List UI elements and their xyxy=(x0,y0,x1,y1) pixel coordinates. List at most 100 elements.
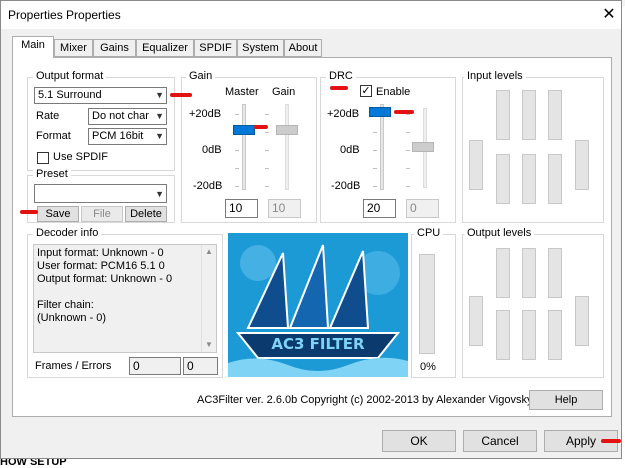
gain-scale-mid: 0dB xyxy=(202,144,222,156)
help-button[interactable]: Help xyxy=(529,390,603,410)
tab-mixer[interactable]: Mixer xyxy=(54,39,93,57)
tick-mark xyxy=(235,114,239,115)
cancel-button[interactable]: Cancel xyxy=(463,430,537,452)
master-label: Master xyxy=(225,86,259,98)
output-level-meter xyxy=(469,296,483,346)
ok-button[interactable]: OK xyxy=(382,430,456,452)
preset-label: Preset xyxy=(33,168,71,180)
drc-slider2-thumb[interactable] xyxy=(412,142,434,152)
cpu-meter xyxy=(419,254,435,354)
annotation-marker xyxy=(601,439,621,443)
output-level-meter xyxy=(548,310,562,360)
tick-mark xyxy=(265,186,269,187)
tab-system[interactable]: System xyxy=(237,39,284,57)
window-title: Properties Properties xyxy=(8,8,121,22)
input-levels-label: Input levels xyxy=(464,70,526,82)
file-button[interactable]: File xyxy=(81,206,123,222)
format-value: PCM 16bit xyxy=(92,130,144,142)
drc-value2-input[interactable]: 0 xyxy=(406,199,439,218)
drc-scale-mid: 0dB xyxy=(340,144,360,156)
rate-label: Rate xyxy=(36,110,60,122)
tick-mark xyxy=(373,132,377,133)
scroll-down-icon[interactable]: ▼ xyxy=(202,338,216,352)
frames-value: 0 xyxy=(129,357,181,375)
properties-window: Properties Properties ✕ Main Mixer Gains… xyxy=(0,0,622,459)
tick-mark xyxy=(235,168,239,169)
annotation-marker xyxy=(20,210,38,214)
close-icon[interactable]: ✕ xyxy=(597,3,621,27)
tick-mark xyxy=(235,150,239,151)
delete-button[interactable]: Delete xyxy=(125,206,167,222)
input-level-meter xyxy=(496,90,510,140)
rate-select[interactable]: Do not char ▼ xyxy=(88,108,167,125)
tab-equalizer[interactable]: Equalizer xyxy=(136,39,194,57)
drc-slider-thumb[interactable] xyxy=(369,107,391,117)
drc-value-input[interactable]: 20 xyxy=(363,199,396,218)
input-level-meter xyxy=(522,154,536,204)
gain-scale-top: +20dB xyxy=(189,108,222,120)
tick-mark xyxy=(406,132,410,133)
rate-value: Do not char xyxy=(92,110,149,122)
annotation-marker xyxy=(330,86,348,90)
tick-mark xyxy=(265,132,269,133)
tick-mark xyxy=(406,150,410,151)
output-format-select[interactable]: 5.1 Surround ▼ xyxy=(34,87,167,104)
tick-mark xyxy=(406,114,410,115)
errors-value: 0 xyxy=(183,357,218,375)
main-panel: Output format 5.1 Surround ▼ Rate Do not… xyxy=(12,57,612,417)
output-level-meter xyxy=(575,296,589,346)
tick-mark xyxy=(373,186,377,187)
input-level-meter xyxy=(548,90,562,140)
master-slider-thumb[interactable] xyxy=(233,125,255,135)
master-value-input[interactable]: 10 xyxy=(225,199,258,218)
enable-label: Enable xyxy=(376,86,411,98)
cpu-value: 0% xyxy=(420,361,436,373)
output-format-value: 5.1 Surround xyxy=(38,89,102,101)
format-label: Format xyxy=(36,130,71,142)
tick-mark xyxy=(373,150,377,151)
output-format-label: Output format xyxy=(33,70,107,82)
tick-mark xyxy=(265,168,269,169)
input-level-meter xyxy=(548,154,562,204)
master-slider-track[interactable] xyxy=(242,104,246,190)
save-button[interactable]: Save xyxy=(37,206,79,222)
gain-slider-thumb[interactable] xyxy=(276,125,298,135)
gain-group-label: Gain xyxy=(186,70,216,82)
cpu-label: CPU xyxy=(414,227,444,239)
chevron-down-icon: ▼ xyxy=(155,189,164,199)
tab-spdif[interactable]: SPDIF xyxy=(194,39,237,57)
chevron-down-icon: ▼ xyxy=(155,90,164,100)
tick-mark xyxy=(265,114,269,115)
chevron-down-icon: ▼ xyxy=(155,131,164,141)
use-spdif-checkbox[interactable] xyxy=(37,152,49,164)
gain-scale-bottom: -20dB xyxy=(193,180,223,192)
title-bar: Properties Properties ✕ xyxy=(1,1,621,29)
decoder-info-text: Input format: Unknown - 0 User format: P… xyxy=(33,244,217,353)
annotation-marker xyxy=(170,93,192,97)
output-level-meter xyxy=(522,310,536,360)
ac3filter-logo: AC3 FILTER xyxy=(228,233,408,377)
drc-scale-top: +20dB xyxy=(327,108,360,120)
chevron-down-icon: ▼ xyxy=(155,111,164,121)
tab-main[interactable]: Main xyxy=(12,36,54,58)
tick-mark xyxy=(406,186,410,187)
input-level-meter xyxy=(469,140,483,190)
decoder-info-scrollbar[interactable]: ▲ ▼ xyxy=(201,245,216,352)
output-level-meter xyxy=(496,310,510,360)
tick-mark xyxy=(373,168,377,169)
format-select[interactable]: PCM 16bit ▼ xyxy=(88,128,167,145)
gain-label: Gain xyxy=(272,86,296,98)
version-text: AC3Filter ver. 2.6.0b Copyright (c) 2002… xyxy=(197,394,533,406)
tab-gains[interactable]: Gains xyxy=(93,39,136,57)
annotation-marker xyxy=(394,110,414,114)
preset-select[interactable]: ▼ xyxy=(34,184,167,203)
enable-checkbox[interactable]: ✓ xyxy=(360,85,372,97)
tab-about[interactable]: About xyxy=(284,39,322,57)
gain-slider-track[interactable] xyxy=(285,104,289,190)
output-level-meter xyxy=(522,248,536,298)
gain-value-input[interactable]: 10 xyxy=(268,199,301,218)
output-level-meter xyxy=(496,248,510,298)
input-level-meter xyxy=(575,140,589,190)
scroll-up-icon[interactable]: ▲ xyxy=(202,245,216,259)
output-level-meter xyxy=(548,248,562,298)
